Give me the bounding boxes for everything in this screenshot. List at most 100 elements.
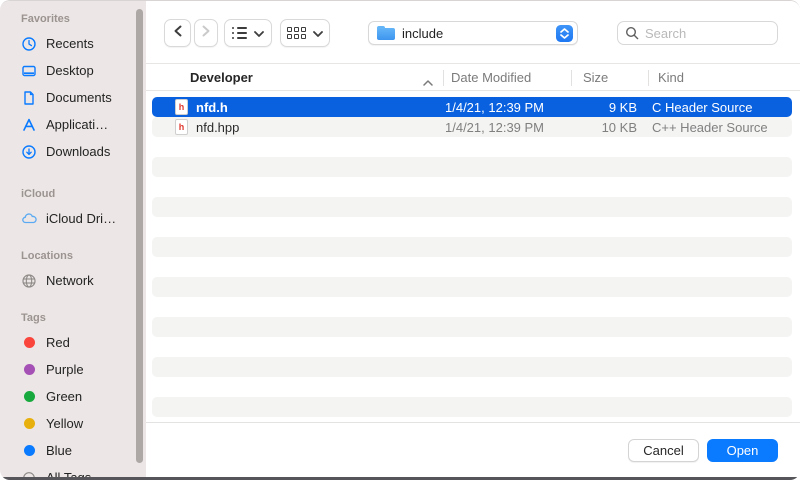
sidebar-item-tag-blue[interactable]: Blue xyxy=(0,437,146,464)
empty-row xyxy=(152,177,792,197)
table-header: Developer Date Modified Size Kind xyxy=(146,63,800,91)
file-size: 10 KB xyxy=(567,120,637,135)
empty-row xyxy=(152,257,792,277)
empty-row xyxy=(152,317,792,337)
empty-row xyxy=(152,197,792,217)
sidebar-item-downloads[interactable]: Downloads xyxy=(0,138,146,165)
sidebar-item-label: Desktop xyxy=(46,63,94,78)
empty-row xyxy=(152,137,792,157)
column-header-size[interactable]: Size xyxy=(571,70,648,85)
sidebar-item-applications[interactable]: Applicati… xyxy=(0,111,146,138)
sidebar-item-label: Documents xyxy=(46,90,112,105)
chevron-right-icon xyxy=(200,24,212,43)
sidebar-item-label: Yellow xyxy=(46,416,83,431)
list-view-button[interactable] xyxy=(224,19,272,47)
open-button[interactable]: Open xyxy=(707,439,778,462)
sidebar-scrollbar[interactable] xyxy=(136,9,143,463)
group-view-button[interactable] xyxy=(280,19,330,47)
download-circle-icon xyxy=(20,143,38,161)
chevron-down-icon xyxy=(313,24,323,42)
sidebar-item-recents[interactable]: Recents xyxy=(0,30,146,57)
sidebar-item-label: iCloud Dri… xyxy=(46,211,116,226)
column-header-kind[interactable]: Kind xyxy=(648,70,800,85)
file-name: nfd.hpp xyxy=(196,120,239,135)
sidebar-section-tags: Tags xyxy=(21,311,146,325)
file-name: nfd.h xyxy=(196,100,228,115)
back-button[interactable] xyxy=(164,19,191,47)
file-date-modified: 1/4/21, 12:39 PM xyxy=(445,100,567,115)
sidebar: Favorites Recents Desktop Documents Appl… xyxy=(0,1,146,480)
sidebar-item-tag-yellow[interactable]: Yellow xyxy=(0,410,146,437)
app-store-icon xyxy=(20,116,38,134)
file-kind: C++ Header Source xyxy=(652,120,792,135)
sidebar-item-label: All Tags xyxy=(46,470,91,480)
empty-row xyxy=(152,237,792,257)
all-tags-icon xyxy=(20,469,38,480)
empty-row xyxy=(152,277,792,297)
search-input[interactable] xyxy=(617,21,778,45)
search-field xyxy=(617,21,778,45)
folder-dropdown-value: include xyxy=(402,26,443,41)
c-header-file-icon: h xyxy=(175,99,188,115)
sidebar-item-icloud-drive[interactable]: iCloud Dri… xyxy=(0,205,146,232)
sidebar-item-label: Downloads xyxy=(46,144,110,159)
list-view-icon xyxy=(232,27,247,39)
file-row-nfd-h[interactable]: h nfd.h 1/4/21, 12:39 PM 9 KB C Header S… xyxy=(152,97,792,117)
sidebar-item-network[interactable]: Network xyxy=(0,267,146,294)
sidebar-item-tag-green[interactable]: Green xyxy=(0,383,146,410)
empty-row xyxy=(152,337,792,357)
empty-row xyxy=(152,377,792,397)
sidebar-item-label: Applicati… xyxy=(46,117,108,132)
sidebar-item-label: Recents xyxy=(46,36,94,51)
sidebar-item-label: Green xyxy=(46,389,82,404)
file-list: h nfd.h 1/4/21, 12:39 PM 9 KB C Header S… xyxy=(146,91,800,417)
empty-row xyxy=(152,217,792,237)
column-divider[interactable] xyxy=(571,70,572,86)
sidebar-item-documents[interactable]: Documents xyxy=(0,84,146,111)
open-file-dialog: Favorites Recents Desktop Documents Appl… xyxy=(0,0,800,480)
sort-ascending-icon xyxy=(423,74,433,89)
document-icon xyxy=(20,89,38,107)
column-divider[interactable] xyxy=(648,70,649,86)
column-divider[interactable] xyxy=(443,70,444,86)
cpp-header-file-icon: h xyxy=(175,119,188,135)
empty-row xyxy=(152,357,792,377)
folder-dropdown[interactable]: include xyxy=(368,21,578,45)
tag-yellow-icon xyxy=(20,415,38,433)
sidebar-section-favorites: Favorites xyxy=(21,12,146,26)
group-view-icon xyxy=(287,27,306,39)
file-kind: C Header Source xyxy=(652,100,792,115)
sidebar-item-label: Red xyxy=(46,335,70,350)
file-size: 9 KB xyxy=(567,100,637,115)
empty-row xyxy=(152,297,792,317)
footer-divider xyxy=(146,422,800,423)
folder-icon xyxy=(377,28,395,40)
clock-icon xyxy=(20,35,38,53)
desktop-icon xyxy=(20,62,38,80)
sidebar-item-desktop[interactable]: Desktop xyxy=(0,57,146,84)
sidebar-item-tag-purple[interactable]: Purple xyxy=(0,356,146,383)
file-browser-panel: include Developer Date Modified Size Kin… xyxy=(146,1,800,480)
sidebar-section-locations: Locations xyxy=(21,249,146,263)
sidebar-section-icloud: iCloud xyxy=(21,187,146,201)
tag-red-icon xyxy=(20,334,38,352)
sidebar-item-label: Purple xyxy=(46,362,84,377)
file-date-modified: 1/4/21, 12:39 PM xyxy=(445,120,567,135)
cloud-icon xyxy=(20,210,38,228)
popup-stepper-icon xyxy=(556,25,573,42)
sidebar-item-all-tags[interactable]: All Tags xyxy=(0,464,146,480)
tag-purple-icon xyxy=(20,361,38,379)
sidebar-item-label: Blue xyxy=(46,443,72,458)
globe-icon xyxy=(20,272,38,290)
tag-green-icon xyxy=(20,388,38,406)
column-header-name[interactable]: Developer xyxy=(146,70,443,85)
forward-button[interactable] xyxy=(194,19,218,47)
column-header-date-modified[interactable]: Date Modified xyxy=(443,70,571,85)
chevron-down-icon xyxy=(254,24,264,42)
sidebar-item-tag-red[interactable]: Red xyxy=(0,329,146,356)
file-row-nfd-hpp[interactable]: h nfd.hpp 1/4/21, 12:39 PM 10 KB C++ Hea… xyxy=(152,117,792,137)
empty-row xyxy=(152,397,792,417)
search-icon xyxy=(625,26,639,40)
cancel-button[interactable]: Cancel xyxy=(628,439,699,462)
sidebar-item-label: Network xyxy=(46,273,94,288)
